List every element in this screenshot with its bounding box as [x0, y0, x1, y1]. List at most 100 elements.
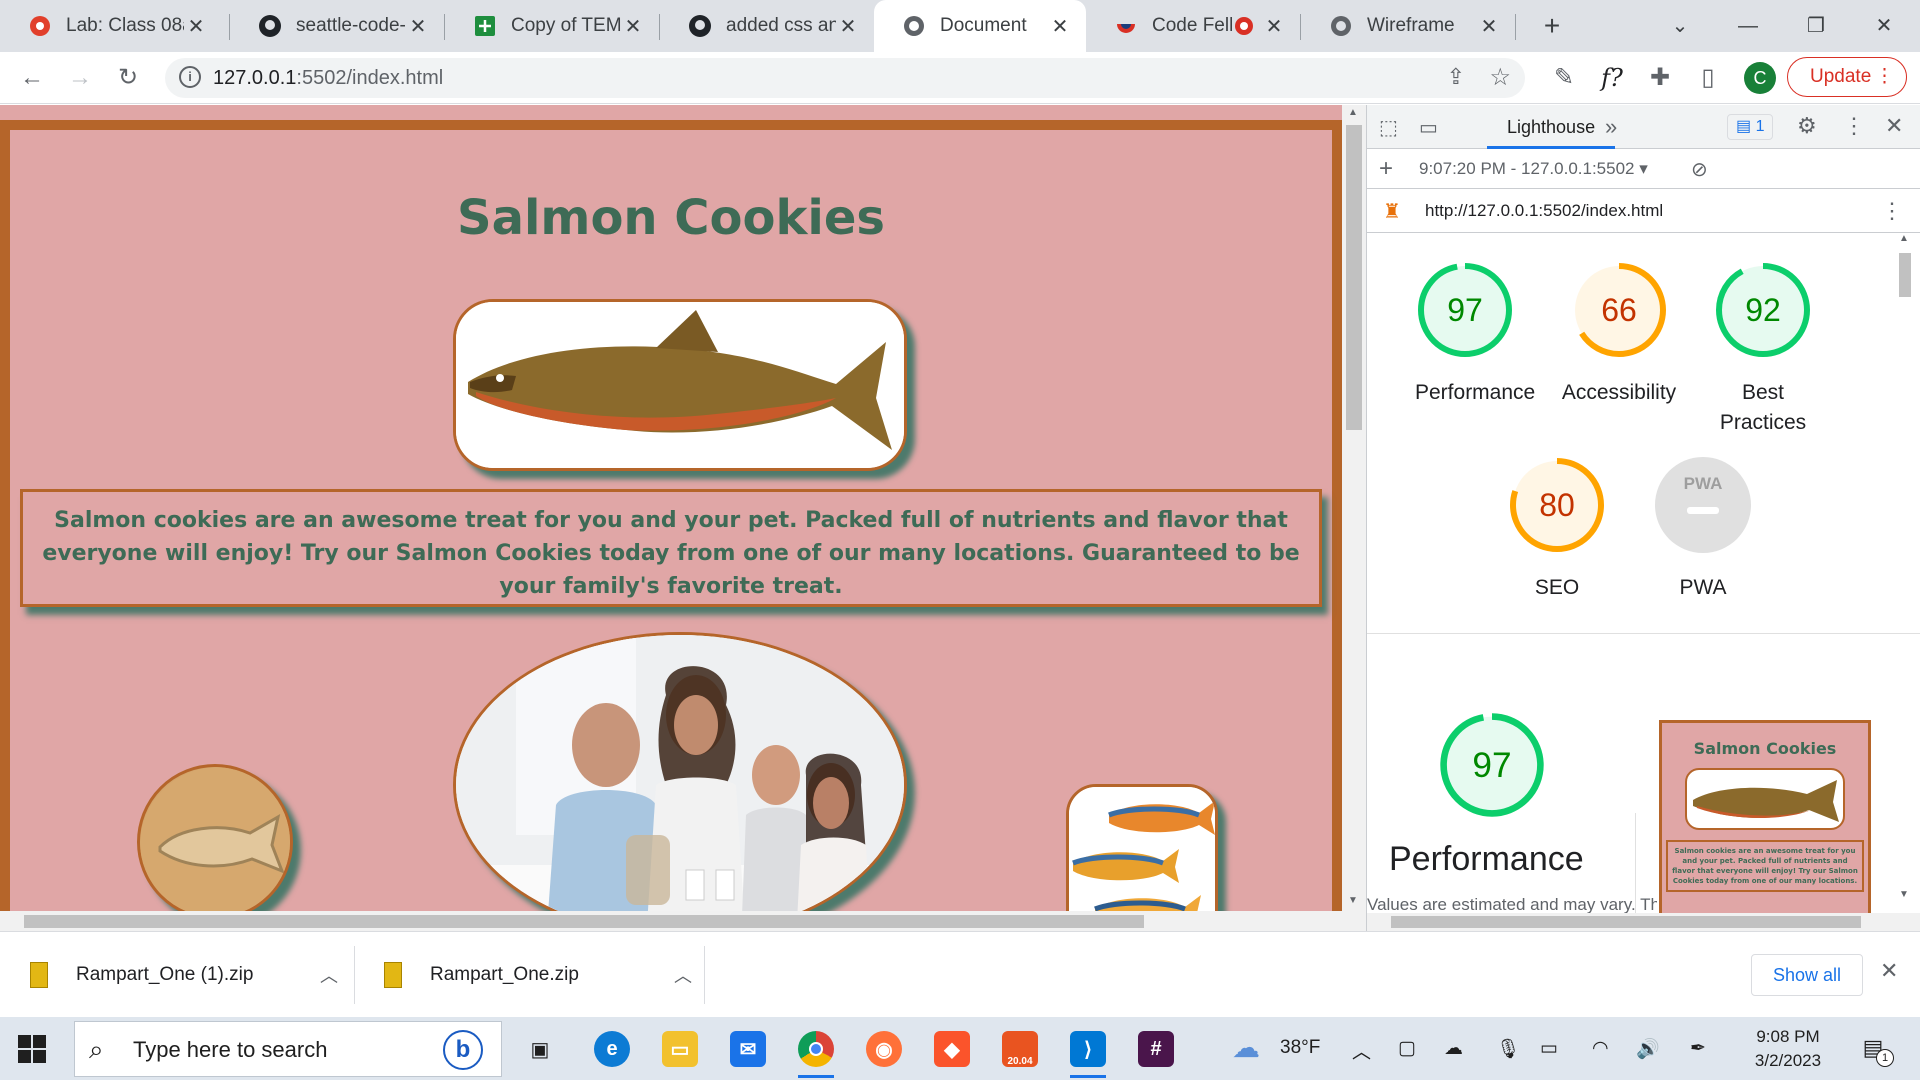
restore-button[interactable]: ❐	[1796, 10, 1836, 42]
taskbar-search-box[interactable]: ⌕ Type here to search b	[74, 1021, 502, 1077]
address-bar[interactable]: i 127.0.0.1:5502/index.html ⇪ ☆	[165, 58, 1525, 98]
report-url-bar: ♜ http://127.0.0.1:5502/index.html ⋮	[1367, 189, 1920, 233]
windows-start-icon[interactable]	[16, 1033, 48, 1065]
score-ring: 66	[1572, 263, 1666, 357]
tab-lab-class[interactable]: Lab: Class 08a ✕	[0, 0, 222, 52]
firefox-icon[interactable]: ◉	[866, 1031, 902, 1067]
weather-temp[interactable]: 38°F	[1280, 1037, 1320, 1059]
performance-gauge[interactable]: 97 Performance	[1415, 260, 1535, 408]
download-item[interactable]: Rampart_One (1).zip ︿	[30, 932, 338, 1018]
scrollbar-thumb[interactable]	[1346, 125, 1362, 430]
tab-title: Code Fello	[1152, 15, 1232, 36]
close-icon[interactable]: ✕	[406, 14, 430, 39]
scroll-down-arrow-icon[interactable]: ▼	[1348, 895, 1358, 906]
score-ring: 97	[1418, 263, 1512, 357]
ubuntu-icon[interactable]: 20.04	[1002, 1031, 1038, 1067]
close-icon[interactable]: ✕	[184, 14, 208, 39]
vscode-icon[interactable]: ⟩	[1070, 1031, 1106, 1067]
meet-now-icon[interactable]: ▢	[1398, 1037, 1416, 1060]
task-view-icon[interactable]: ▣	[522, 1031, 558, 1067]
new-tab-button[interactable]: +	[1536, 10, 1568, 42]
chevron-up-icon[interactable]: ︿	[674, 962, 692, 988]
close-icon[interactable]: ✕	[1048, 14, 1072, 39]
scrollbar-thumb[interactable]	[24, 915, 1144, 928]
weather-cloud-icon[interactable]: ☁	[1232, 1031, 1260, 1064]
extensions-puzzle-icon[interactable]: ✚	[1644, 62, 1676, 94]
onedrive-icon[interactable]: ☁	[1444, 1037, 1463, 1060]
formula-extension-icon[interactable]: f?	[1596, 62, 1628, 94]
zip-file-icon	[384, 962, 402, 988]
device-toolbar-icon[interactable]: ▭	[1419, 115, 1438, 140]
site-info-icon[interactable]: i	[179, 66, 201, 88]
tab-seattle-code[interactable]: seattle-code-2 ✕	[230, 0, 444, 52]
pwa-badge-text: PWA	[1684, 474, 1723, 493]
mail-icon[interactable]: ✉	[730, 1031, 766, 1067]
close-icon[interactable]: ✕	[1262, 14, 1286, 39]
show-all-button[interactable]: Show all	[1751, 954, 1863, 996]
close-icon[interactable]: ✕	[1477, 14, 1501, 39]
bookmark-star-icon[interactable]: ☆	[1489, 63, 1511, 92]
microphone-icon[interactable]: 🎙	[1496, 1037, 1520, 1061]
close-window-button[interactable]: ✕	[1864, 10, 1904, 42]
gauge-score: 92	[1745, 292, 1781, 328]
seo-gauge[interactable]: 80 SEO	[1507, 455, 1607, 603]
inspect-element-icon[interactable]: ⬚	[1379, 115, 1398, 140]
close-devtools-icon[interactable]: ✕	[1885, 113, 1903, 139]
tab-search-icon[interactable]: ⌄	[1660, 10, 1700, 42]
scrollbar-thumb	[1391, 916, 1861, 928]
taskbar-clock[interactable]: 9:08 PM 3/2/2023	[1738, 1025, 1838, 1073]
tab-lighthouse[interactable]: Lighthouse	[1487, 105, 1616, 149]
bing-icon[interactable]: b	[443, 1030, 483, 1070]
minimize-button[interactable]: —	[1728, 10, 1768, 42]
accessibility-gauge[interactable]: 66 Accessibility	[1559, 260, 1679, 408]
devtools-menu-icon[interactable]: ⋮	[1843, 113, 1865, 139]
forward-button[interactable]: →	[64, 62, 96, 94]
chevron-up-icon[interactable]: ︿	[320, 962, 338, 988]
best-practices-gauge[interactable]: 92 Best Practices	[1703, 260, 1823, 438]
brave-icon[interactable]: ◆	[934, 1031, 970, 1067]
back-button[interactable]: ←	[16, 62, 48, 94]
page-screenshot-thumbnail[interactable]: Salmon Cookies Salmon cookies are an awe…	[1659, 720, 1871, 931]
tab-copy-of-template[interactable]: Copy of TEMPL ✕	[445, 0, 659, 52]
close-downloads-icon[interactable]: ✕	[1880, 958, 1898, 984]
pen-icon[interactable]: ✒	[1690, 1037, 1706, 1060]
close-icon[interactable]: ✕	[621, 14, 645, 39]
notifications-icon[interactable]: ▤ 1	[1856, 1031, 1894, 1067]
zip-file-icon	[30, 962, 48, 988]
devtools-horizontal-scrollbar[interactable]	[1367, 913, 1920, 931]
close-icon[interactable]: ✕	[836, 14, 860, 39]
more-tabs-icon[interactable]: »	[1605, 114, 1617, 140]
report-url[interactable]: http://127.0.0.1:5502/index.html	[1425, 201, 1663, 221]
report-menu-icon[interactable]: ⋮	[1881, 198, 1903, 224]
devtools-vertical-scrollbar[interactable]: ▲ ▼	[1895, 233, 1915, 903]
update-button[interactable]: Update ⋮	[1787, 57, 1907, 97]
fish-illustrations-image	[1066, 784, 1218, 931]
chevron-up-icon[interactable]: ︿	[1352, 1037, 1371, 1064]
share-icon[interactable]: ⇪	[1447, 64, 1465, 90]
settings-gear-icon[interactable]: ⚙	[1797, 113, 1817, 139]
side-panel-icon[interactable]: ▯	[1692, 62, 1724, 94]
new-report-icon[interactable]: +	[1379, 155, 1393, 183]
report-selector[interactable]: 9:07:20 PM - 127.0.0.1:5502 ▾	[1419, 159, 1648, 179]
chrome-icon[interactable]	[798, 1031, 834, 1067]
file-explorer-icon[interactable]: ▭	[662, 1031, 698, 1067]
reload-button[interactable]: ↻	[112, 62, 144, 94]
clear-reports-icon[interactable]: ⊘	[1691, 157, 1708, 182]
tab-code-fellows[interactable]: Code Fello ✕	[1086, 0, 1300, 52]
pwa-gauge[interactable]: PWA PWA	[1653, 455, 1753, 603]
slack-icon[interactable]: #	[1138, 1031, 1174, 1067]
page-horizontal-scrollbar[interactable]	[0, 911, 1342, 931]
eyedropper-extension-icon[interactable]: ✎	[1548, 62, 1580, 94]
tab-wireframe[interactable]: Wireframe ✕	[1301, 0, 1515, 52]
page-vertical-scrollbar[interactable]: ▲ ▼	[1342, 105, 1366, 931]
tab-added-css[interactable]: added css and ✕	[660, 0, 874, 52]
tab-document[interactable]: Document ✕	[874, 0, 1086, 52]
profile-avatar[interactable]: C	[1744, 62, 1776, 94]
wifi-icon[interactable]: ◠	[1592, 1037, 1609, 1060]
scroll-up-arrow-icon[interactable]: ▲	[1348, 107, 1358, 118]
issues-badge[interactable]: ▤ 1	[1727, 114, 1774, 140]
download-item[interactable]: Rampart_One.zip ︿	[384, 932, 692, 1018]
volume-icon[interactable]: 🔊	[1636, 1037, 1660, 1061]
battery-icon[interactable]: ▭	[1540, 1037, 1558, 1060]
edge-icon[interactable]: e	[594, 1031, 630, 1067]
